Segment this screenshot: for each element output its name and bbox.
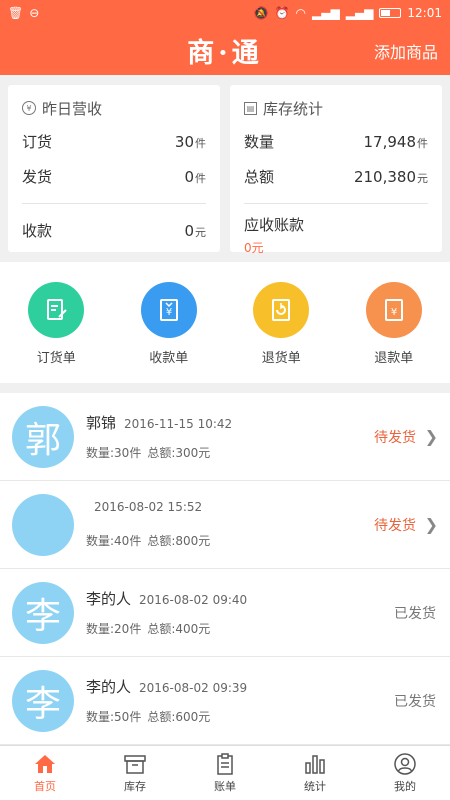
receipt-form-button[interactable]: ¥ 收款单: [124, 282, 214, 383]
order-time: 2016-08-02 15:52: [94, 500, 203, 514]
status-badge: 已发货: [394, 693, 436, 710]
yesterday-revenue-card[interactable]: ¥ 昨日营收 订货 30件 发货 0件 收款 0元: [8, 85, 220, 252]
list-item[interactable]: 李 李的人 2016-08-02 09:39 数量:50件 总额:600元 已发货: [0, 657, 450, 745]
mute-icon: 🔕: [253, 6, 269, 20]
chevron-right-icon: ❯: [424, 427, 438, 446]
order-form-icon: [28, 282, 85, 338]
wifi-icon: ◠: [295, 6, 307, 20]
receipt-form-icon: ¥: [140, 282, 197, 338]
card-title: ▤ 库存统计: [244, 95, 428, 121]
order-amount: 总额:400元: [147, 622, 211, 636]
nav-home[interactable]: 首页: [0, 746, 90, 800]
list-item[interactable]: 郭 郭锦 2016-11-15 10:42 数量:30件 总额:300元 待发货 …: [0, 393, 450, 481]
list-item[interactable]: 2016-08-02 15:52 数量:40件 总额:800元 待发货 ❯: [0, 481, 450, 569]
customer-name: 李的人: [86, 678, 132, 696]
battery-icon: [379, 8, 402, 18]
app-logo: 商·通: [187, 38, 263, 69]
trash-notification-icon: 🗑: [8, 6, 24, 20]
svg-text:¥: ¥: [166, 307, 172, 318]
svg-text:¥: ¥: [391, 307, 397, 318]
order-quantity: 数量:30件: [86, 446, 142, 460]
action-label: 订货单: [36, 351, 76, 366]
avatar: 郭: [12, 405, 74, 468]
inventory-stats-card[interactable]: ▤ 库存统计 数量 17,948件 总额 210,380元 应收账款 0元: [230, 85, 442, 255]
nav-bill[interactable]: 账单: [180, 746, 270, 800]
order-quantity: 数量:20件: [86, 622, 142, 636]
action-label: 退款单: [374, 351, 414, 366]
status-badge: 待发货: [374, 429, 416, 446]
list-item[interactable]: 李 李的人 2016-08-02 09:40 数量:20件 总额:400元 已发货: [0, 569, 450, 657]
order-quantity: 数量:50件: [86, 710, 142, 724]
nav-inventory[interactable]: 库存: [90, 746, 180, 800]
inventory-box-icon: [124, 754, 146, 774]
quantity-row: 数量 17,948件: [244, 133, 428, 151]
order-time: 2016-11-15 10:42: [124, 417, 233, 431]
collect-row: 收款 0元: [22, 222, 206, 240]
home-icon: [35, 754, 55, 773]
refund-form-icon: ¥: [365, 282, 422, 338]
yen-icon: ¥: [22, 101, 36, 115]
nav-stats[interactable]: 统计: [270, 746, 360, 800]
quick-actions: 订货单 ¥ 收款单 退货单 ¥ 退款单: [0, 262, 450, 383]
nav-profile[interactable]: 我的: [360, 746, 450, 800]
customer-name: 郭锦: [86, 414, 117, 432]
order-row: 订货 30件: [22, 133, 206, 151]
refund-form-button[interactable]: ¥ 退款单: [349, 282, 439, 383]
receivable-value: 0元: [244, 241, 264, 255]
customer-name: 李的人: [86, 590, 132, 608]
signal-2-icon: ▂▄▆: [345, 6, 374, 20]
app-bar: 商·通 添加商品: [0, 26, 450, 75]
bottom-nav: 首页 库存 账单 统计 我的: [0, 745, 450, 800]
avatar: 李: [12, 669, 74, 732]
status-badge: 待发货: [374, 517, 416, 534]
order-list: 郭 郭锦 2016-11-15 10:42 数量:30件 总额:300元 待发货 …: [0, 393, 450, 745]
receivable-row: 应收账款: [244, 216, 305, 234]
avatar: 李: [12, 581, 74, 644]
status-badge: 已发货: [394, 605, 436, 622]
header: 🗑 ⊖ 🔕 ⏰ ◠ ▂▄▆ ▂▄▆ 12:01 商·通 添加商品: [0, 0, 450, 75]
return-form-button[interactable]: 退货单: [236, 282, 326, 383]
total-row: 总额 210,380元: [244, 168, 428, 186]
order-amount: 总额:300元: [147, 446, 211, 460]
card-title: ¥ 昨日营收: [22, 95, 206, 121]
ship-row: 发货 0件: [22, 168, 206, 186]
add-goods-button[interactable]: 添加商品: [374, 39, 438, 63]
order-form-button[interactable]: 订货单: [11, 282, 101, 383]
divider: [22, 203, 206, 204]
action-label: 退货单: [261, 351, 301, 366]
action-label: 收款单: [149, 351, 189, 366]
status-bar: 🗑 ⊖ 🔕 ⏰ ◠ ▂▄▆ ▂▄▆ 12:01: [0, 0, 450, 26]
avatar: [12, 493, 74, 556]
order-quantity: 数量:40件: [86, 534, 142, 548]
alarm-icon: ⏰: [274, 6, 290, 20]
order-time: 2016-08-02 09:39: [139, 681, 248, 695]
divider: [244, 203, 428, 204]
order-amount: 总额:600元: [147, 710, 211, 724]
summary-section: ¥ 昨日营收 订货 30件 发货 0件 收款 0元 ▤ 库存统计 数量 17,9…: [0, 75, 450, 262]
clock: 12:01: [407, 6, 442, 20]
order-time: 2016-08-02 09:40: [139, 593, 248, 607]
profile-icon: [394, 752, 416, 775]
stats-bar-icon: [305, 754, 325, 774]
bill-icon: [217, 752, 233, 775]
message-notification-icon: ⊖: [29, 6, 40, 20]
signal-icon: ▂▄▆: [312, 6, 340, 20]
chevron-right-icon: ❯: [424, 515, 438, 534]
order-amount: 总额:800元: [147, 534, 211, 548]
inventory-icon: ▤: [244, 101, 257, 115]
return-form-icon: [253, 282, 310, 338]
